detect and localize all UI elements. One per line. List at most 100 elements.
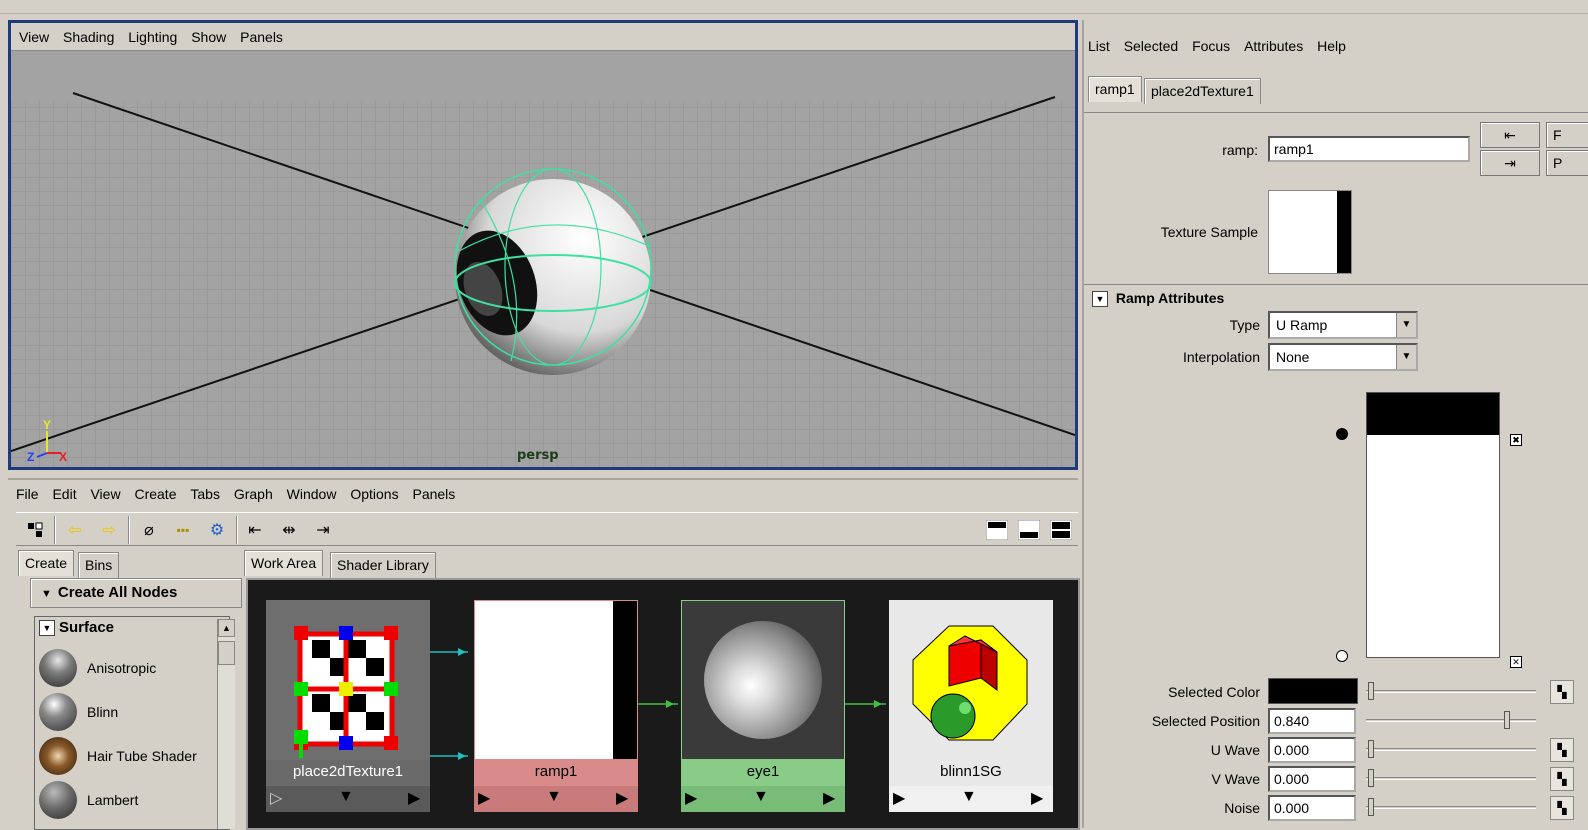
node-controls: ▷ ▼ ▶ (266, 786, 430, 812)
viewport-menu-view[interactable]: View (19, 29, 49, 45)
viewport-canvas[interactable]: Y X Z persp (11, 51, 1075, 467)
viewport-menu-panels[interactable]: Panels (240, 29, 283, 45)
hs-menu-options[interactable]: Options (350, 486, 398, 502)
ae-menu-attributes[interactable]: Attributes (1244, 38, 1303, 54)
noise-field[interactable]: 0.000 (1268, 795, 1356, 821)
tab-create[interactable]: Create (18, 550, 75, 576)
u-wave-field[interactable]: 0.000 (1268, 737, 1356, 763)
grid-layout-icon[interactable]: ▪▪▪ (170, 517, 196, 543)
map-button-icon[interactable]: ▚ (1550, 738, 1574, 762)
node-label: blinn1SG (889, 760, 1053, 786)
selected-position-slider[interactable] (1366, 711, 1536, 729)
work-area[interactable]: place2dTexture1 ▷ ▼ ▶ ramp1 ▶ ▼ ▶ eye1 ▶… (246, 578, 1080, 830)
shader-item-anisotropic[interactable]: Anisotropic (39, 647, 213, 689)
shader-item-blinn[interactable]: Blinn (39, 691, 213, 733)
v-wave-slider[interactable] (1366, 769, 1536, 787)
hs-menu-window[interactable]: Window (287, 486, 337, 502)
u-wave-slider[interactable] (1366, 740, 1536, 758)
network-icon[interactable]: ⚙ (204, 517, 230, 543)
input-arrow-icon[interactable]: ▶ (685, 788, 697, 808)
hs-menu-panels[interactable]: Panels (412, 486, 455, 502)
texture-sample-swatch[interactable] (1268, 190, 1352, 274)
ae-menu-list[interactable]: List (1088, 38, 1110, 54)
map-button-icon[interactable]: ▚ (1550, 767, 1574, 791)
delete-entry-bottom-icon[interactable]: ✕ (1510, 656, 1522, 668)
selected-position-field[interactable]: 0.840 (1268, 708, 1356, 734)
expand-icon[interactable]: ▼ (753, 788, 769, 806)
hs-menu-view[interactable]: View (90, 486, 120, 502)
viewport-menu-show[interactable]: Show (191, 29, 226, 45)
create-all-nodes-button[interactable]: ▼ Create All Nodes (30, 578, 242, 608)
forward-arrow-icon[interactable]: ⇨ (96, 517, 122, 543)
map-button-icon[interactable]: ▚ (1550, 796, 1574, 820)
ramp-handle-top-icon[interactable] (1336, 428, 1348, 440)
interpolation-dropdown[interactable]: None ▼ (1268, 343, 1418, 371)
shader-item-hair-tube-shader[interactable]: Hair Tube Shader (39, 735, 213, 777)
expand-icon[interactable]: ▼ (961, 788, 977, 806)
expand-icon[interactable]: ▼ (546, 788, 562, 806)
input-arrow-icon[interactable]: ▶ (478, 788, 490, 808)
input-arrow-icon[interactable]: ▷ (270, 788, 282, 808)
node-blinn1sg[interactable]: blinn1SG ▶ ▼ ▶ (889, 600, 1053, 812)
ae-menu-focus[interactable]: Focus (1192, 38, 1230, 54)
layout-split-icon[interactable] (1048, 517, 1074, 543)
selected-color-swatch[interactable] (1268, 678, 1358, 704)
collapse-icon[interactable]: ▼ (1092, 291, 1108, 308)
eraser-icon[interactable]: ⌀ (136, 517, 162, 543)
ramp-gradient-display[interactable] (1366, 392, 1500, 658)
node-place2dtexture1[interactable]: place2dTexture1 ▷ ▼ ▶ (266, 600, 430, 812)
viewport-menu-shading[interactable]: Shading (63, 29, 114, 45)
hs-menu-create[interactable]: Create (134, 486, 176, 502)
viewport-menu-lighting[interactable]: Lighting (128, 29, 177, 45)
output-connections-icon[interactable]: ⇥ (310, 517, 336, 543)
tab-bins[interactable]: Bins (78, 552, 120, 578)
output-arrow-icon[interactable]: ▶ (823, 788, 835, 808)
graph-icon[interactable] (22, 517, 48, 543)
scroll-thumb[interactable] (218, 641, 235, 665)
scroll-up-icon[interactable]: ▲ (218, 619, 235, 637)
layout-top-icon[interactable] (984, 517, 1010, 543)
surface-section-header[interactable]: ▼ Surface (39, 619, 215, 643)
presets-button[interactable]: P (1546, 150, 1588, 176)
tab-place2dtexture1[interactable]: place2dTexture1 (1144, 78, 1261, 104)
ramp-name-field[interactable]: ramp1 (1268, 136, 1470, 162)
tab-shader-library[interactable]: Shader Library (330, 552, 436, 578)
ae-menu-selected[interactable]: Selected (1124, 38, 1178, 54)
v-wave-field[interactable]: 0.000 (1268, 766, 1356, 792)
in-out-connections-icon[interactable]: ⇹ (276, 517, 302, 543)
selected-color-slider[interactable] (1366, 682, 1536, 700)
input-connections-icon[interactable]: ⇤ (242, 517, 268, 543)
load-in-icon[interactable]: ⇤ (1480, 122, 1540, 148)
shader-item-lambert[interactable]: Lambert (39, 779, 213, 821)
ae-menu-help[interactable]: Help (1317, 38, 1346, 54)
hs-menu-edit[interactable]: Edit (52, 486, 76, 502)
load-out-icon[interactable]: ⇥ (1480, 150, 1540, 176)
focus-button[interactable]: F (1546, 122, 1588, 148)
hs-menu-graph[interactable]: Graph (234, 486, 273, 502)
perspective-viewport[interactable]: View Shading Lighting Show Panels Y X Z … (8, 20, 1078, 470)
node-label: eye1 (681, 760, 845, 786)
output-arrow-icon[interactable]: ▶ (616, 788, 628, 808)
hypershade-panel: File Edit View Create Tabs Graph Window … (8, 478, 1080, 830)
map-button-icon[interactable]: ▚ (1550, 680, 1574, 704)
collapse-icon[interactable]: ▼ (39, 620, 55, 637)
delete-entry-top-icon[interactable]: ✖ (1510, 434, 1522, 446)
output-arrow-icon[interactable]: ▶ (1031, 788, 1043, 808)
expand-icon[interactable]: ▼ (338, 788, 354, 806)
type-dropdown[interactable]: U Ramp ▼ (1268, 311, 1418, 339)
node-eye1[interactable]: eye1 ▶ ▼ ▶ (681, 600, 845, 812)
output-arrow-icon[interactable]: ▶ (408, 788, 420, 808)
shader-list-scrollbar[interactable]: ▲ (217, 619, 235, 829)
noise-label: Noise (1224, 800, 1260, 816)
back-arrow-icon[interactable]: ⇦ (62, 517, 88, 543)
node-ramp1[interactable]: ramp1 ▶ ▼ ▶ (474, 600, 638, 812)
tab-ramp1[interactable]: ramp1 (1088, 76, 1142, 102)
tab-work-area[interactable]: Work Area (244, 550, 324, 576)
ramp-handle-bottom-icon[interactable] (1336, 650, 1348, 662)
noise-slider[interactable] (1366, 798, 1536, 816)
layout-bottom-icon[interactable] (1016, 517, 1042, 543)
lambert-swatch-icon (39, 781, 77, 819)
hs-menu-file[interactable]: File (16, 486, 39, 502)
hs-menu-tabs[interactable]: Tabs (190, 486, 220, 502)
input-arrow-icon[interactable]: ▶ (893, 788, 905, 808)
